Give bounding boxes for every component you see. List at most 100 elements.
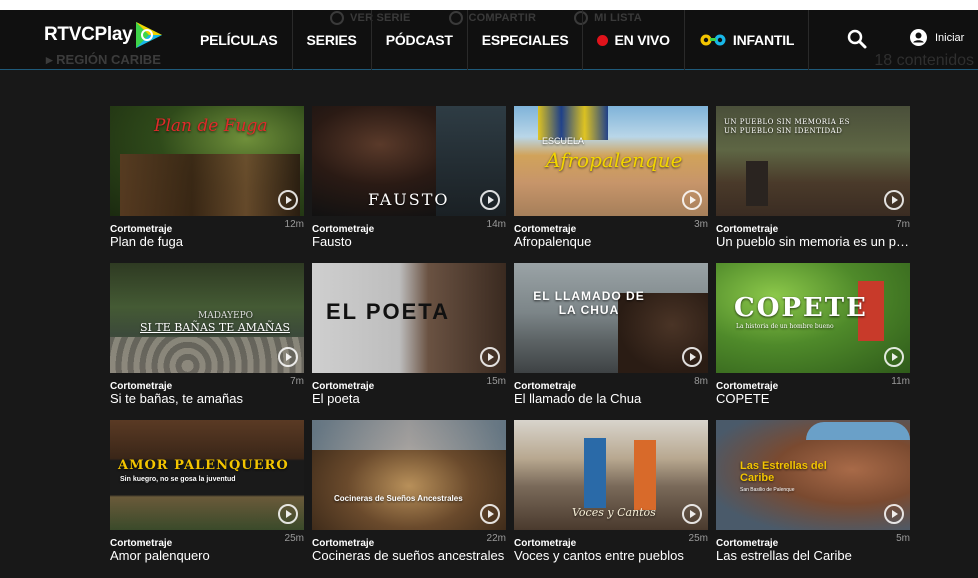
thumbnail[interactable]: Voces y Cantos [514, 420, 708, 530]
content-card-cocineras[interactable]: Cocineras de Sueños Ancestrales Cortomet… [312, 420, 506, 577]
content-card-el-poeta[interactable]: EL POETA Cortometraje 15m El poeta [312, 263, 506, 420]
thumbnail-title: Cocineras de Sueños Ancestrales [334, 494, 463, 503]
play-icon[interactable] [884, 190, 904, 210]
nav-peliculas[interactable]: PELÍCULAS [200, 10, 292, 70]
thumbnail-title: COPETE [734, 293, 868, 323]
card-title: Voces y cantos entre pueblos [514, 548, 684, 563]
card-title: El llamado de la Chua [514, 391, 642, 406]
thumbnail-subtitle: Sin kuegro, no se gosa la juventud [120, 476, 236, 483]
thumbnail[interactable]: AMOR PALENQUERO Sin kuegro, no se gosa l… [110, 420, 304, 530]
content-card-el-llamado-de-la-chua[interactable]: EL LLAMADO DE LA CHUA Cortometraje 8m El… [514, 263, 708, 420]
category-label: Cortometraje [514, 224, 577, 235]
duration-label: 15m [486, 376, 506, 387]
content-card-voces-y-cantos[interactable]: Voces y Cantos Cortometraje 25m Voces y … [514, 420, 708, 577]
category-label: Cortometraje [312, 381, 375, 392]
thumbnail-title: FAUSTO [368, 190, 450, 209]
category-label: Cortometraje [110, 538, 173, 549]
thumbnail-title: Plan de Fuga [154, 116, 268, 136]
login-button[interactable]: Iniciar [910, 29, 964, 46]
thumbnail-title: SI TE BAÑAS TE AMAÑAS [140, 321, 290, 334]
thumbnail[interactable]: Cocineras de Sueños Ancestrales [312, 420, 506, 530]
card-title: Fausto [312, 234, 352, 249]
thumbnail-title: Las Estrellas del Caribe [740, 460, 827, 484]
duration-label: 3m [694, 219, 708, 230]
thumbnail[interactable]: MADAYEPO SI TE BAÑAS TE AMAÑAS [110, 263, 304, 373]
content-card-si-te-banas[interactable]: MADAYEPO SI TE BAÑAS TE AMAÑAS Cortometr… [110, 263, 304, 420]
thumbnail[interactable]: Las Estrellas del Caribe San Basilio de … [716, 420, 910, 530]
duration-label: 8m [694, 376, 708, 387]
content-card-amor-palenquero[interactable]: AMOR PALENQUERO Sin kuegro, no se gosa l… [110, 420, 304, 577]
category-label: Cortometraje [312, 224, 375, 235]
rtvcplay-logo[interactable]: RTVCPlay [44, 20, 164, 50]
thumbnail[interactable]: EL POETA [312, 263, 506, 373]
duration-label: 7m [896, 219, 910, 230]
play-icon[interactable] [278, 347, 298, 367]
card-title: Amor palenquero [110, 548, 210, 563]
thumbnail-title: UN PUEBLO SIN MEMORIA ES UN PUEBLO SIN I… [724, 118, 850, 135]
browser-top-edge [0, 0, 978, 10]
logo-text: RTVCPlay [44, 24, 133, 45]
duration-label: 25m [284, 533, 304, 544]
user-icon [910, 29, 927, 46]
nav-podcast[interactable]: PÓDCAST [372, 10, 467, 70]
nav-separator [808, 10, 810, 70]
duration-label: 22m [486, 533, 506, 544]
play-icon[interactable] [480, 504, 500, 524]
content-card-fausto[interactable]: FAUSTO Cortometraje 14m Fausto [312, 106, 506, 263]
duration-label: 25m [688, 533, 708, 544]
category-label: Cortometraje [716, 538, 779, 549]
content-card-afropalenque[interactable]: ESCUELA Afropalenque Cortometraje 3m Afr… [514, 106, 708, 263]
thumbnail-subtitle: MADAYEPO [198, 311, 254, 321]
nav-infantil[interactable]: INFANTIL [685, 10, 808, 70]
play-icon[interactable] [682, 504, 702, 524]
category-label: Cortometraje [514, 381, 577, 392]
card-title: Las estrellas del Caribe [716, 548, 852, 563]
category-label: Cortometraje [716, 381, 779, 392]
card-title: Plan de fuga [110, 234, 184, 249]
play-icon[interactable] [884, 347, 904, 367]
nav-series[interactable]: SERIES [293, 10, 371, 70]
category-label: Cortometraje [312, 538, 375, 549]
play-icon[interactable] [682, 190, 702, 210]
card-title: Un pueblo sin memoria es un pueblo sin i… [716, 234, 910, 249]
category-label: Cortometraje [514, 538, 577, 549]
play-icon[interactable] [278, 190, 298, 210]
thumbnail-subtitle: La historia de un hombre bueno [736, 323, 834, 330]
duration-label: 14m [486, 219, 506, 230]
card-title: El poeta [312, 391, 360, 406]
thumbnail-subtitle: ESCUELA [542, 136, 585, 146]
duration-label: 5m [896, 533, 910, 544]
play-icon[interactable] [480, 190, 500, 210]
ghost-content-count: 18 contenidos [874, 52, 974, 69]
thumbnail[interactable]: EL LLAMADO DE LA CHUA [514, 263, 708, 373]
thumbnail[interactable]: Plan de Fuga [110, 106, 304, 216]
play-icon[interactable] [278, 504, 298, 524]
content-card-un-pueblo-sin-memoria[interactable]: UN PUEBLO SIN MEMORIA ES UN PUEBLO SIN I… [716, 106, 910, 263]
thumbnail-subtitle: San Basilio de Palenque [740, 487, 795, 493]
content-card-plan-de-fuga[interactable]: Plan de Fuga Cortometraje 12m Plan de fu… [110, 106, 304, 263]
thumbnail-title: EL POETA [326, 299, 450, 324]
category-label: Cortometraje [716, 224, 779, 235]
login-label: Iniciar [935, 31, 965, 44]
card-title: Cocineras de sueños ancestrales [312, 548, 505, 563]
play-icon[interactable] [884, 504, 904, 524]
nav-especiales[interactable]: ESPECIALES [468, 10, 583, 70]
thumbnail[interactable]: FAUSTO [312, 106, 506, 216]
category-label: Cortometraje [110, 381, 173, 392]
thumbnail-title: Afropalenque [546, 148, 683, 172]
nav-en-vivo[interactable]: EN VIVO [583, 10, 683, 70]
content-card-las-estrellas-del-caribe[interactable]: Las Estrellas del Caribe San Basilio de … [716, 420, 910, 577]
play-icon[interactable] [480, 347, 500, 367]
thumbnail[interactable]: ESCUELA Afropalenque [514, 106, 708, 216]
thumbnail[interactable]: COPETE La historia de un hombre bueno [716, 263, 910, 373]
live-dot-icon [597, 34, 609, 46]
thumbnail-title: Voces y Cantos [572, 506, 656, 519]
play-icon[interactable] [682, 347, 702, 367]
card-title: COPETE [716, 391, 770, 406]
duration-label: 7m [290, 376, 304, 387]
thumbnail[interactable]: UN PUEBLO SIN MEMORIA ES UN PUEBLO SIN I… [716, 106, 910, 216]
content-card-copete[interactable]: COPETE La historia de un hombre bueno Co… [716, 263, 910, 420]
search-icon[interactable] [846, 28, 868, 50]
card-title: Si te bañas, te amañas [110, 391, 243, 406]
thumbnail-title: EL LLAMADO DE LA CHUA [533, 289, 645, 317]
